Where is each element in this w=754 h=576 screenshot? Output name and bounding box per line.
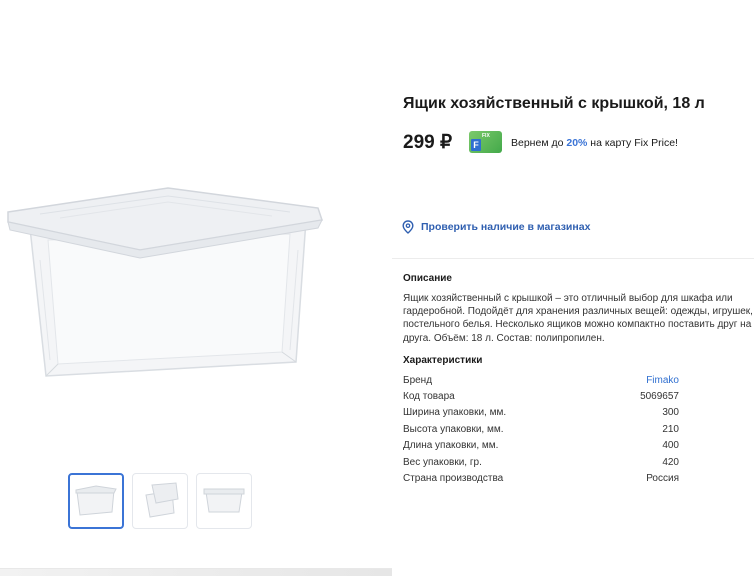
thumbnail-1[interactable] [68, 473, 124, 529]
check-stores-link[interactable]: Проверить наличие в магазинах [402, 220, 590, 234]
spec-value: 210 [662, 424, 679, 435]
spec-row-height: Высота упаковки, мм. 210 [403, 424, 679, 435]
specs-heading: Характеристики [403, 355, 483, 366]
spec-value: 300 [662, 407, 679, 418]
card-f-letter: F [471, 139, 481, 151]
spec-row-weight: Вес упаковки, гр. 420 [403, 457, 679, 468]
product-title: Ящик хозяйственный с крышкой, 18 л [403, 95, 705, 112]
spec-label: Страна производства [403, 473, 504, 484]
thumbnail-3[interactable] [196, 473, 252, 529]
spec-row-country: Страна производства Россия [403, 473, 679, 484]
spec-row-brand: Бренд Fimako [403, 375, 679, 386]
section-divider [392, 258, 754, 259]
spec-value: 5069657 [640, 391, 679, 402]
card-badge-text: FIX [482, 133, 490, 139]
cashback-prefix: Вернем до [511, 137, 564, 149]
spec-value: 420 [662, 457, 679, 468]
cashback-text: Вернем до 20% на карту Fix Price! [511, 137, 678, 149]
spec-row-width: Ширина упаковки, мм. 300 [403, 407, 679, 418]
location-pin-icon [402, 220, 414, 234]
spec-label: Высота упаковки, мм. [403, 424, 504, 435]
spec-label: Код товара [403, 391, 455, 402]
brand-link[interactable]: Fimako [646, 375, 679, 386]
fix-price-card-icon: FIX F [469, 131, 502, 153]
spec-label: Длина упаковки, мм. [403, 440, 499, 451]
spec-row-length: Длина упаковки, мм. 400 [403, 440, 679, 451]
spec-value: Россия [646, 473, 679, 484]
thumbnail-gallery [68, 473, 252, 529]
cashback-percent: 20% [566, 137, 588, 149]
spec-row-code: Код товара 5069657 [403, 391, 679, 402]
check-stores-label: Проверить наличие в магазинах [421, 221, 591, 233]
cashback-suffix: на карту Fix Price! [590, 137, 678, 149]
image-area-bottom-edge [0, 568, 392, 576]
description-text: Ящик хозяйственный с крышкой – это отлич… [403, 293, 753, 344]
spec-label: Бренд [403, 375, 433, 386]
spec-label: Вес упаковки, гр. [403, 457, 482, 468]
spec-value: 400 [662, 440, 679, 451]
product-main-image[interactable] [0, 180, 340, 390]
product-price: 299 ₽ [403, 132, 453, 153]
description-heading: Описание [403, 273, 452, 284]
spec-label: Ширина упаковки, мм. [403, 407, 507, 418]
thumbnail-2[interactable] [132, 473, 188, 529]
